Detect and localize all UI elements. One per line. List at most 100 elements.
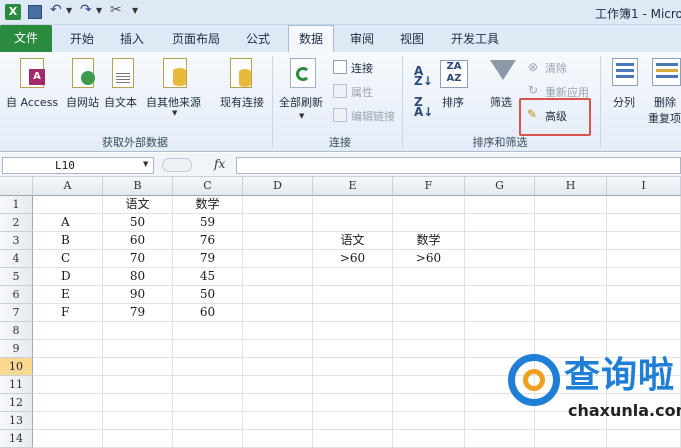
cell-g1[interactable] [465,196,535,214]
cell-e5[interactable] [313,268,393,286]
sort-az-icon[interactable]: A Z↓ [414,65,433,87]
cell-f3[interactable]: 数学 [393,232,465,250]
column-header-h[interactable]: H [535,177,607,196]
row-header-8[interactable]: 8 [0,322,33,340]
redo-dropdown-icon[interactable]: ▼ [96,6,102,15]
cell-e6[interactable] [313,286,393,304]
cell-g5[interactable] [465,268,535,286]
cell-i2[interactable] [607,214,681,232]
redo-icon[interactable]: ↷ [80,2,92,18]
cell-a11[interactable] [33,376,103,394]
from-other-sources-button[interactable]: 自其他来源 [146,94,201,110]
tool-icon[interactable]: ✂ [110,2,122,18]
cell-c7[interactable]: 60 [173,304,243,322]
cell-h7[interactable] [535,304,607,322]
cell-g6[interactable] [465,286,535,304]
row-header-3[interactable]: 3 [0,232,33,250]
cell-h6[interactable] [535,286,607,304]
cell-b1[interactable]: 语文 [103,196,173,214]
cell-f1[interactable] [393,196,465,214]
cell-b11[interactable] [103,376,173,394]
cell-a8[interactable] [33,322,103,340]
cell-e2[interactable] [313,214,393,232]
cell-e9[interactable] [313,340,393,358]
column-header-c[interactable]: C [173,177,243,196]
cell-d12[interactable] [243,394,313,412]
tab-developer[interactable]: 开发工具 [442,27,508,52]
cell-b3[interactable]: 60 [103,232,173,250]
name-box-dropdown-icon[interactable]: ▼ [143,160,148,168]
cell-c13[interactable] [173,412,243,430]
cell-d9[interactable] [243,340,313,358]
existing-connections-button[interactable]: 现有连接 [220,94,264,110]
cell-d3[interactable] [243,232,313,250]
column-header-b[interactable]: B [103,177,173,196]
cell-c9[interactable] [173,340,243,358]
cell-i5[interactable] [607,268,681,286]
chevron-down-icon[interactable]: ▼ [172,109,177,117]
edit-links-button[interactable]: 编辑链接 [351,108,395,124]
cell-g3[interactable] [465,232,535,250]
from-web-button[interactable]: 自网站 [66,94,99,110]
column-header-i[interactable]: I [607,177,681,196]
cell-e1[interactable] [313,196,393,214]
select-all-corner[interactable] [0,177,33,196]
from-access-button[interactable]: 自 Access [6,94,58,110]
cell-f10[interactable] [393,358,465,376]
cell-b10[interactable] [103,358,173,376]
cell-d8[interactable] [243,322,313,340]
cell-h8[interactable] [535,322,607,340]
cell-b2[interactable]: 50 [103,214,173,232]
undo-icon[interactable]: ↶ [50,2,62,18]
cell-f8[interactable] [393,322,465,340]
cell-i14[interactable] [607,430,681,448]
cell-d7[interactable] [243,304,313,322]
cell-c10[interactable] [173,358,243,376]
sort-button[interactable]: 排序 [442,94,464,110]
row-header-5[interactable]: 5 [0,268,33,286]
tab-file[interactable]: 文件 [0,25,52,52]
filter-button[interactable]: 筛选 [490,94,512,110]
cell-c3[interactable]: 76 [173,232,243,250]
cell-b7[interactable]: 79 [103,304,173,322]
cell-f4[interactable]: >60 [393,250,465,268]
row-header-1[interactable]: 1 [0,196,33,214]
row-header-12[interactable]: 12 [0,394,33,412]
clear-button[interactable]: 清除 [545,60,567,76]
cell-a9[interactable] [33,340,103,358]
cell-a10[interactable] [33,358,103,376]
cell-h14[interactable] [535,430,607,448]
cell-h3[interactable] [535,232,607,250]
tab-review[interactable]: 审阅 [342,27,382,52]
properties-button[interactable]: 属性 [351,84,373,100]
row-header-2[interactable]: 2 [0,214,33,232]
column-header-a[interactable]: A [33,177,103,196]
cell-f14[interactable] [393,430,465,448]
cell-a13[interactable] [33,412,103,430]
column-header-f[interactable]: F [393,177,465,196]
cell-e14[interactable] [313,430,393,448]
cell-a3[interactable]: B [33,232,103,250]
tab-view[interactable]: 视图 [392,27,432,52]
cell-a6[interactable]: E [33,286,103,304]
cell-d13[interactable] [243,412,313,430]
refresh-all-button[interactable]: 全部刷新 [279,94,323,110]
cell-i1[interactable] [607,196,681,214]
insert-function-icon[interactable]: fx [214,157,225,171]
cell-e11[interactable] [313,376,393,394]
cell-b12[interactable] [103,394,173,412]
cell-b6[interactable]: 90 [103,286,173,304]
tab-page-layout[interactable]: 页面布局 [164,27,228,52]
cell-b13[interactable] [103,412,173,430]
cell-e3[interactable]: 语文 [313,232,393,250]
cell-c5[interactable]: 45 [173,268,243,286]
cell-d1[interactable] [243,196,313,214]
cell-i6[interactable] [607,286,681,304]
row-header-11[interactable]: 11 [0,376,33,394]
sort-za-icon[interactable]: Z A↓ [414,96,433,118]
cell-d2[interactable] [243,214,313,232]
cell-b8[interactable] [103,322,173,340]
cell-d11[interactable] [243,376,313,394]
cell-a12[interactable] [33,394,103,412]
cell-b14[interactable] [103,430,173,448]
